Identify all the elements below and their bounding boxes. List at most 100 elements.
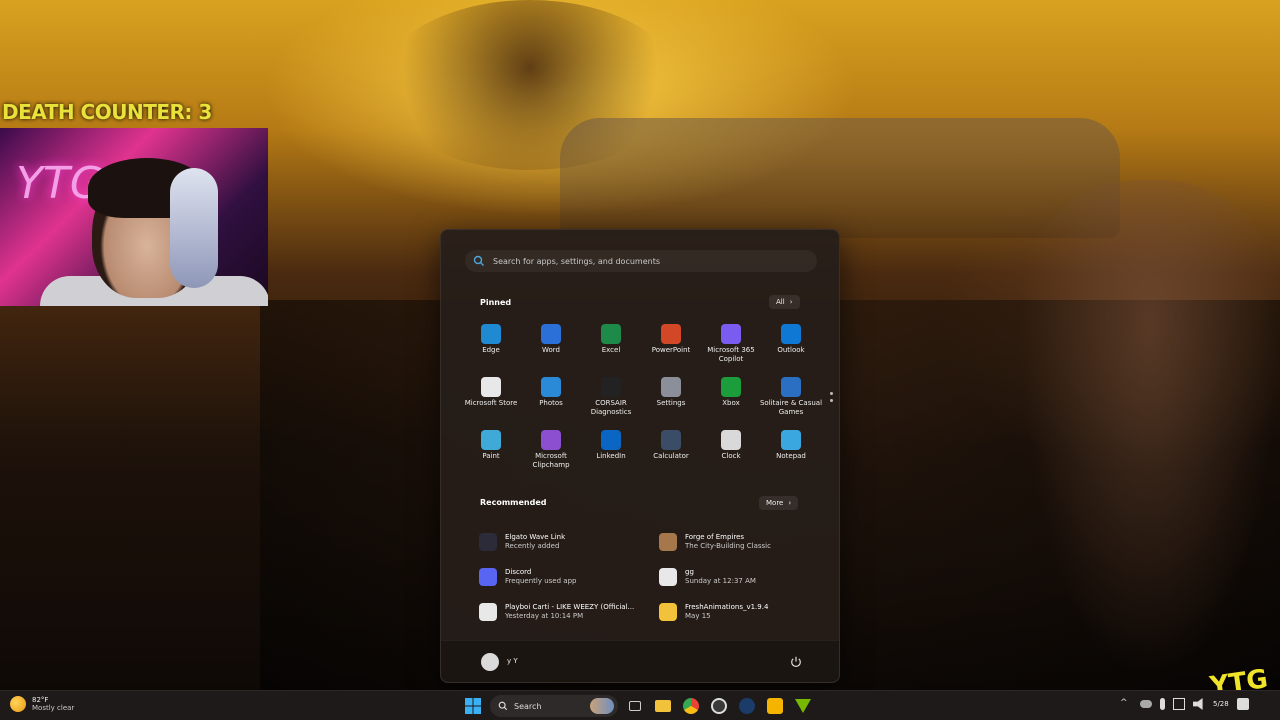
recommended-item-text: gg Sunday at 12:37 AM [685,568,756,585]
pinned-app-label: Notepad [776,452,806,460]
notepad-icon [781,430,801,450]
start-button[interactable] [462,695,484,717]
all-apps-button[interactable]: All › [769,295,800,309]
chevron-right-icon: › [789,298,793,306]
recommended-item-name: Forge of Empires [685,533,745,541]
recommended-item[interactable]: Elgato Wave Link Recently added [479,524,659,559]
pinned-app-label: Microsoft Store [464,399,518,407]
clipchamp-icon [541,430,561,450]
recommended-item[interactable]: FreshAnimations_v1.9.4 May 15 [659,594,819,629]
power-icon[interactable] [789,655,803,669]
start-search-box[interactable] [465,250,817,272]
recommended-item[interactable]: Playboi Carti - LIKE WEEZY (Official... Y… [479,594,659,629]
pinned-app[interactable]: Microsoft Store [461,377,521,430]
obs-button[interactable] [708,695,730,717]
background-figure [1020,180,1280,680]
gear-icon [661,377,681,397]
recommended-item-detail: Frequently used app [505,577,577,585]
powerpoint-icon [661,324,681,344]
rockstar-icon [767,698,783,714]
pinned-app-label: Clock [721,452,741,460]
steam-button[interactable] [736,695,758,717]
taskbar-search[interactable]: Search [490,695,618,717]
nvidia-button[interactable] [792,695,814,717]
avatar[interactable] [481,653,499,671]
weather-icon [10,696,26,712]
pinned-app[interactable]: Photos [521,377,581,430]
pinned-app[interactable]: CORSAIR Diagnostics [581,377,641,430]
pinned-app[interactable]: Settings [641,377,701,430]
pinned-app-label: Xbox [722,399,740,407]
webcam-overlay: YTG [0,128,268,306]
pinned-app[interactable]: Paint [461,430,521,483]
notification-icon[interactable] [1236,698,1249,710]
recommended-item-name: Playboi Carti - LIKE WEEZY (Official... [505,603,635,611]
more-recommended-button[interactable]: More › [759,496,799,510]
clock-text[interactable]: 5/28 [1213,700,1229,708]
chevron-right-icon: › [788,499,792,507]
pinned-app[interactable]: Clock [701,430,761,483]
pinned-app[interactable]: LinkedIn [581,430,641,483]
pinned-app-label: Word [542,346,560,354]
pinned-app-label: PowerPoint [651,346,691,354]
microphone-icon[interactable] [1160,698,1165,710]
word-icon [541,324,561,344]
outlook-icon [781,324,801,344]
start-search-input[interactable] [493,256,793,266]
pinned-app[interactable]: Notepad [761,430,821,483]
page-dot[interactable] [830,392,833,395]
pinned-app-label: Microsoft Clipchamp [532,452,570,469]
pinned-app[interactable]: Edge [461,324,521,377]
recommended-item[interactable]: Forge of Empires The City-Building Classi… [659,524,819,559]
calculator-icon [661,430,681,450]
rockstar-button[interactable] [764,695,786,717]
file-explorer-button[interactable] [652,695,674,717]
recommended-item[interactable]: Discord Frequently used app [479,559,659,594]
forge-of-empires-icon [659,532,677,551]
taskbar: 82°F Mostly clear Search ^ 5/28 [0,690,1280,720]
pinned-app[interactable]: Xbox [701,377,761,430]
xbox-icon [721,377,741,397]
store-icon [481,377,501,397]
taskbar-search-label: Search [514,701,542,711]
network-icon[interactable] [1173,698,1185,710]
search-icon [498,701,508,711]
pinned-app[interactable]: Excel [581,324,641,377]
pinned-app-label: Edge [482,346,500,354]
weather-temp: 82°F [32,696,49,704]
windows-logo-icon [465,698,481,714]
obs-icon [711,698,727,714]
chevron-up-icon[interactable]: ^ [1120,698,1132,710]
page-dot[interactable] [830,399,833,402]
pinned-app[interactable]: PowerPoint [641,324,701,377]
corsair-icon [601,377,621,397]
weather-condition: Mostly clear [32,704,75,712]
nvidia-icon [795,699,811,713]
pinned-app[interactable]: Solitaire & Casual Games [760,377,822,430]
pinned-app[interactable]: Outlook [761,324,821,377]
all-apps-label: All [776,298,785,306]
pinned-apps-grid: Edge Word Excel PowerPoint Microsoft 365 Cop… [461,324,822,483]
chrome-button[interactable] [680,695,702,717]
chrome-icon [683,698,699,714]
pinned-app[interactable]: Microsoft 365 Copilot [701,324,761,377]
recommended-item-name: Elgato Wave Link [505,533,566,541]
task-view-button[interactable] [624,695,646,717]
pinned-page-indicator[interactable] [830,392,833,402]
pinned-app-label: LinkedIn [596,452,626,460]
weather-widget[interactable]: 82°F Mostly clear [10,696,74,712]
system-tray: ^ 5/28 [1120,698,1249,710]
photos-icon [541,377,561,397]
pinned-app[interactable]: Calculator [641,430,701,483]
recommended-item-text: Elgato Wave Link Recently added [505,533,565,550]
pinned-app-label: Excel [601,346,621,354]
recommended-item-name: gg [685,568,694,576]
cards-icon [781,377,801,397]
user-name[interactable]: y Y [507,657,518,665]
recommended-item[interactable]: gg Sunday at 12:37 AM [659,559,819,594]
pinned-app[interactable]: Word [521,324,581,377]
pinned-app[interactable]: Microsoft Clipchamp [521,430,581,483]
cloud-icon[interactable] [1140,700,1152,708]
volume-icon[interactable] [1193,698,1203,710]
user-bar: y Y [441,640,839,682]
